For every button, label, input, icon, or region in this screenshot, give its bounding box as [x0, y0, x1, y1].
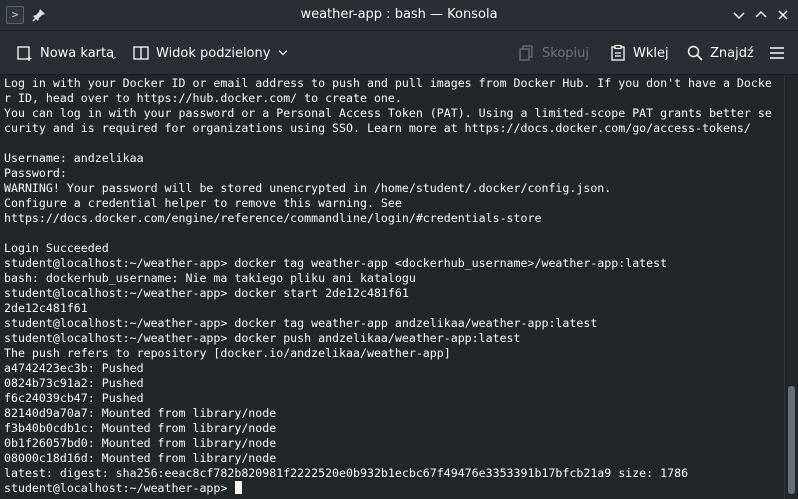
terminal-line: Username: andzelikaa — [4, 151, 144, 165]
toolbar: Nowa karta ⌄ Widok podzielony Skopiuj Wk… — [0, 31, 798, 75]
terminal-line: Login Succeeded — [4, 241, 109, 255]
split-view-icon — [133, 46, 149, 60]
close-icon[interactable] — [774, 6, 792, 24]
terminal-line: Password: — [4, 166, 67, 180]
text-cursor — [235, 481, 243, 494]
copy-icon — [519, 45, 533, 61]
terminal-line: 82140d9a70a7: Mounted from library/node — [4, 406, 277, 420]
search-icon — [687, 45, 703, 61]
terminal-line: student@localhost:~/weather-app> docker … — [4, 316, 598, 330]
split-view-label: Widok podzielony — [156, 45, 271, 61]
find-button[interactable]: Znajdź — [686, 42, 754, 64]
terminal-line: 08000c18d16d: Mounted from library/node — [4, 451, 277, 465]
terminal-line: f3b40b0cdb1c: Mounted from library/node — [4, 421, 277, 435]
scrollbar[interactable] — [784, 76, 798, 499]
terminal-line: The push refers to repository [docker.io… — [4, 346, 451, 360]
terminal-line: a4742423ec3b: Pushed — [4, 361, 144, 375]
find-label: Znajdź — [710, 45, 754, 61]
terminal-line: student@localhost:~/weather-app> docker … — [4, 256, 668, 270]
copy-label: Skopiuj — [542, 45, 589, 61]
terminal-prompt-line[interactable]: student@localhost:~/weather-app> — [4, 481, 784, 496]
terminal-line: bash: dockerhub_username: Nie ma takiego… — [4, 271, 416, 285]
terminal-line: student@localhost:~/weather-app> docker … — [4, 286, 409, 300]
terminal-line: You can log in with your password or a P… — [4, 106, 772, 120]
terminal-line: f6c24039cb47: Pushed — [4, 391, 144, 405]
scrollbar-thumb[interactable] — [788, 386, 795, 494]
terminal-line: 0824b73c91a2: Pushed — [4, 376, 144, 390]
copy-button[interactable]: Skopiuj — [518, 42, 589, 64]
maximize-icon[interactable] — [752, 6, 770, 24]
terminal-line: 0b1f26057bd0: Mounted from library/node — [4, 436, 277, 450]
hamburger-menu-button[interactable] — [768, 42, 792, 64]
title-bar: > weather-app : bash — Konsola — [0, 0, 798, 31]
terminal-line: 2de12c481f61 — [4, 301, 88, 315]
terminal-line: r ID, head over to https://hub.docker.co… — [4, 91, 402, 105]
split-view-button[interactable]: Widok podzielony — [132, 42, 290, 64]
new-tab-icon — [17, 46, 32, 61]
chevron-down-icon — [279, 50, 288, 56]
terminal-line: Log in with your Docker ID or email addr… — [4, 76, 772, 90]
terminal-line: latest: digest: sha256:eeac8cf782b820981… — [4, 466, 689, 480]
paste-icon — [611, 44, 625, 61]
new-tab-button[interactable]: Nowa karta ⌄ — [16, 42, 118, 64]
window-title: weather-app : bash — Konsola — [300, 7, 498, 22]
terminal-line: https://docs.docker.com/engine/reference… — [4, 211, 542, 225]
terminal-output[interactable]: Log in with your Docker ID or email addr… — [0, 76, 784, 499]
terminal-line: student@localhost:~/weather-app> docker … — [4, 331, 521, 345]
new-tab-label: Nowa karta — [40, 45, 115, 61]
paste-button[interactable]: Wklej — [609, 42, 669, 64]
terminal-line: WARNING! Your password will be stored un… — [4, 181, 612, 195]
chevron-down-icon: ⌄ — [110, 52, 118, 62]
hamburger-menu-icon — [770, 47, 784, 59]
terminal-prompt: student@localhost:~/weather-app> — [4, 481, 235, 495]
terminal-line: curity and is required for organizations… — [4, 121, 751, 135]
paste-label: Wklej — [633, 45, 669, 61]
terminal-line: Configure a credential helper to remove … — [4, 196, 402, 210]
minimize-icon[interactable] — [730, 6, 748, 24]
